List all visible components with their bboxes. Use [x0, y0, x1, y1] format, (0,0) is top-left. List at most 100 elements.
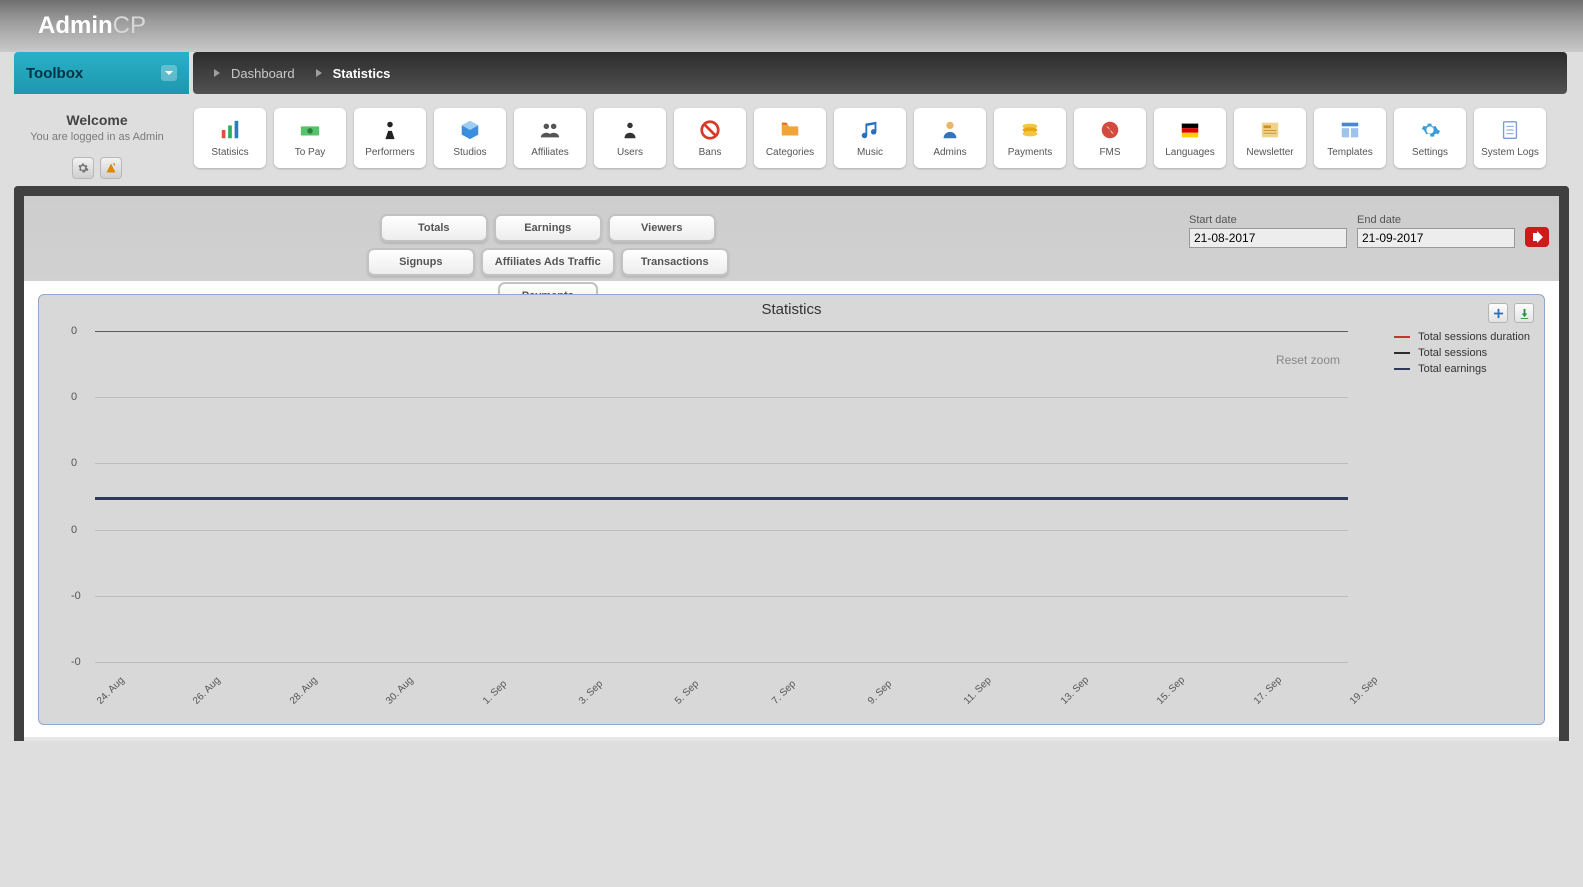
tab-label: Earnings: [524, 222, 571, 234]
legend-label: Total sessions: [1418, 347, 1487, 359]
settings-button[interactable]: [72, 157, 94, 179]
top-bar: AdminCP: [0, 0, 1583, 52]
tile-admins[interactable]: Admins: [914, 108, 986, 168]
start-date-label: Start date: [1189, 214, 1347, 226]
people-icon: [539, 119, 561, 141]
tile-settings[interactable]: Settings: [1394, 108, 1466, 168]
x-tick-label: 13. Sep: [1059, 675, 1091, 707]
chart-download-button[interactable]: [1514, 303, 1534, 323]
gridline: [95, 662, 1348, 663]
user-icon: [619, 119, 641, 141]
breadcrumb-statistics[interactable]: Statistics: [313, 66, 391, 81]
date-filter: Start date End date: [1189, 214, 1549, 248]
tile-label: FMS: [1099, 147, 1120, 158]
x-tick-label: 24. Aug: [95, 675, 127, 707]
tile-to-pay[interactable]: To Pay: [274, 108, 346, 168]
tab-viewers[interactable]: Viewers: [608, 214, 716, 242]
go-button[interactable]: [1525, 227, 1549, 247]
tile-payments[interactable]: Payments: [994, 108, 1066, 168]
legend-swatch: [1394, 368, 1410, 370]
y-tick-label: -0: [71, 656, 81, 668]
welcome-title: Welcome: [14, 112, 180, 128]
tile-performers[interactable]: Performers: [354, 108, 426, 168]
legend-swatch: [1394, 352, 1410, 354]
start-date-input[interactable]: [1189, 228, 1347, 248]
x-tick-label: 30. Aug: [384, 675, 416, 707]
chart-area: Statistics Total sessions duration Total…: [24, 282, 1559, 737]
y-tick-label: 0: [71, 391, 77, 403]
start-date-col: Start date: [1189, 214, 1347, 248]
legend-item[interactable]: Total earnings: [1394, 363, 1530, 375]
tile-music[interactable]: Music: [834, 108, 906, 168]
tile-label: Templates: [1327, 147, 1373, 158]
legend-label: Total earnings: [1418, 363, 1487, 375]
end-date-col: End date: [1357, 214, 1515, 248]
admin-icon: [939, 119, 961, 141]
money-icon: [299, 119, 321, 141]
brand-logo: AdminCP: [38, 12, 146, 40]
welcome-subtitle: You are logged in as Admin: [14, 131, 180, 143]
gridline: [95, 397, 1348, 398]
chart-actions: [1488, 303, 1534, 323]
tile-studios[interactable]: Studios: [434, 108, 506, 168]
tile-label: Newsletter: [1246, 147, 1293, 158]
tab-transactions[interactable]: Transactions: [621, 248, 729, 276]
tile-grid: Statisics To Pay Performers Studios Affi…: [190, 94, 1583, 186]
tile-templates[interactable]: Templates: [1314, 108, 1386, 168]
tab-earnings[interactable]: Earnings: [494, 214, 602, 242]
x-tick-label: 5. Sep: [673, 679, 701, 707]
tab-affiliates-traffic[interactable]: Affiliates Ads Traffic: [481, 248, 615, 276]
x-tick-label: 28. Aug: [288, 675, 320, 707]
chart-plot[interactable]: 0000-0-024. Aug26. Aug28. Aug30. Aug1. S…: [95, 331, 1348, 662]
gridline: [95, 331, 1348, 332]
tile-label: Users: [617, 147, 643, 158]
server-icon: [1099, 119, 1121, 141]
tab-label: Transactions: [641, 256, 709, 268]
tile-system-logs[interactable]: System Logs: [1474, 108, 1546, 168]
tile-affiliates[interactable]: Affiliates: [514, 108, 586, 168]
ban-icon: [699, 119, 721, 141]
brand-b: CP: [113, 12, 146, 39]
tab-signups[interactable]: Signups: [367, 248, 475, 276]
tile-users[interactable]: Users: [594, 108, 666, 168]
cube-icon: [459, 119, 481, 141]
log-icon: [1499, 119, 1521, 141]
tab-label: Viewers: [641, 222, 682, 234]
body-row: Welcome You are logged in as Admin Stati…: [0, 94, 1583, 186]
tile-label: Music: [857, 147, 883, 158]
toolbox-toggle[interactable]: Toolbox: [14, 52, 189, 94]
tile-label: Languages: [1165, 147, 1215, 158]
x-tick-label: 11. Sep: [962, 675, 994, 707]
tile-label: Affiliates: [531, 147, 569, 158]
music-icon: [859, 119, 881, 141]
tile-label: To Pay: [295, 147, 326, 158]
legend-item[interactable]: Total sessions duration: [1394, 331, 1530, 343]
tile-languages[interactable]: Languages: [1154, 108, 1226, 168]
tab-totals[interactable]: Totals: [380, 214, 488, 242]
tile-categories[interactable]: Categories: [754, 108, 826, 168]
tile-fms[interactable]: FMS: [1074, 108, 1146, 168]
tile-statistics[interactable]: Statisics: [194, 108, 266, 168]
breadcrumb-statistics-label: Statistics: [333, 66, 391, 81]
tab-label: Signups: [399, 256, 442, 268]
tile-label: Statisics: [211, 147, 248, 158]
arrow-right-icon: [211, 67, 223, 79]
tile-newsletter[interactable]: Newsletter: [1234, 108, 1306, 168]
coins-icon: [1019, 119, 1041, 141]
x-tick-label: 3. Sep: [577, 679, 605, 707]
tile-bans[interactable]: Bans: [674, 108, 746, 168]
x-tick-label: 19. Sep: [1348, 675, 1380, 707]
breadcrumb: Dashboard Statistics: [193, 52, 1567, 94]
tile-label: System Logs: [1481, 147, 1539, 158]
tile-label: Settings: [1412, 147, 1448, 158]
logout-button[interactable]: [100, 157, 122, 179]
brand-a: Admin: [38, 12, 113, 39]
end-date-input[interactable]: [1357, 228, 1515, 248]
folders-icon: [779, 119, 801, 141]
chart-add-button[interactable]: [1488, 303, 1508, 323]
y-tick-label: -0: [71, 590, 81, 602]
y-tick-label: 0: [71, 325, 77, 337]
legend-item[interactable]: Total sessions: [1394, 347, 1530, 359]
breadcrumb-dashboard[interactable]: Dashboard: [211, 66, 295, 81]
nav-row: Toolbox Dashboard Statistics: [0, 52, 1583, 94]
